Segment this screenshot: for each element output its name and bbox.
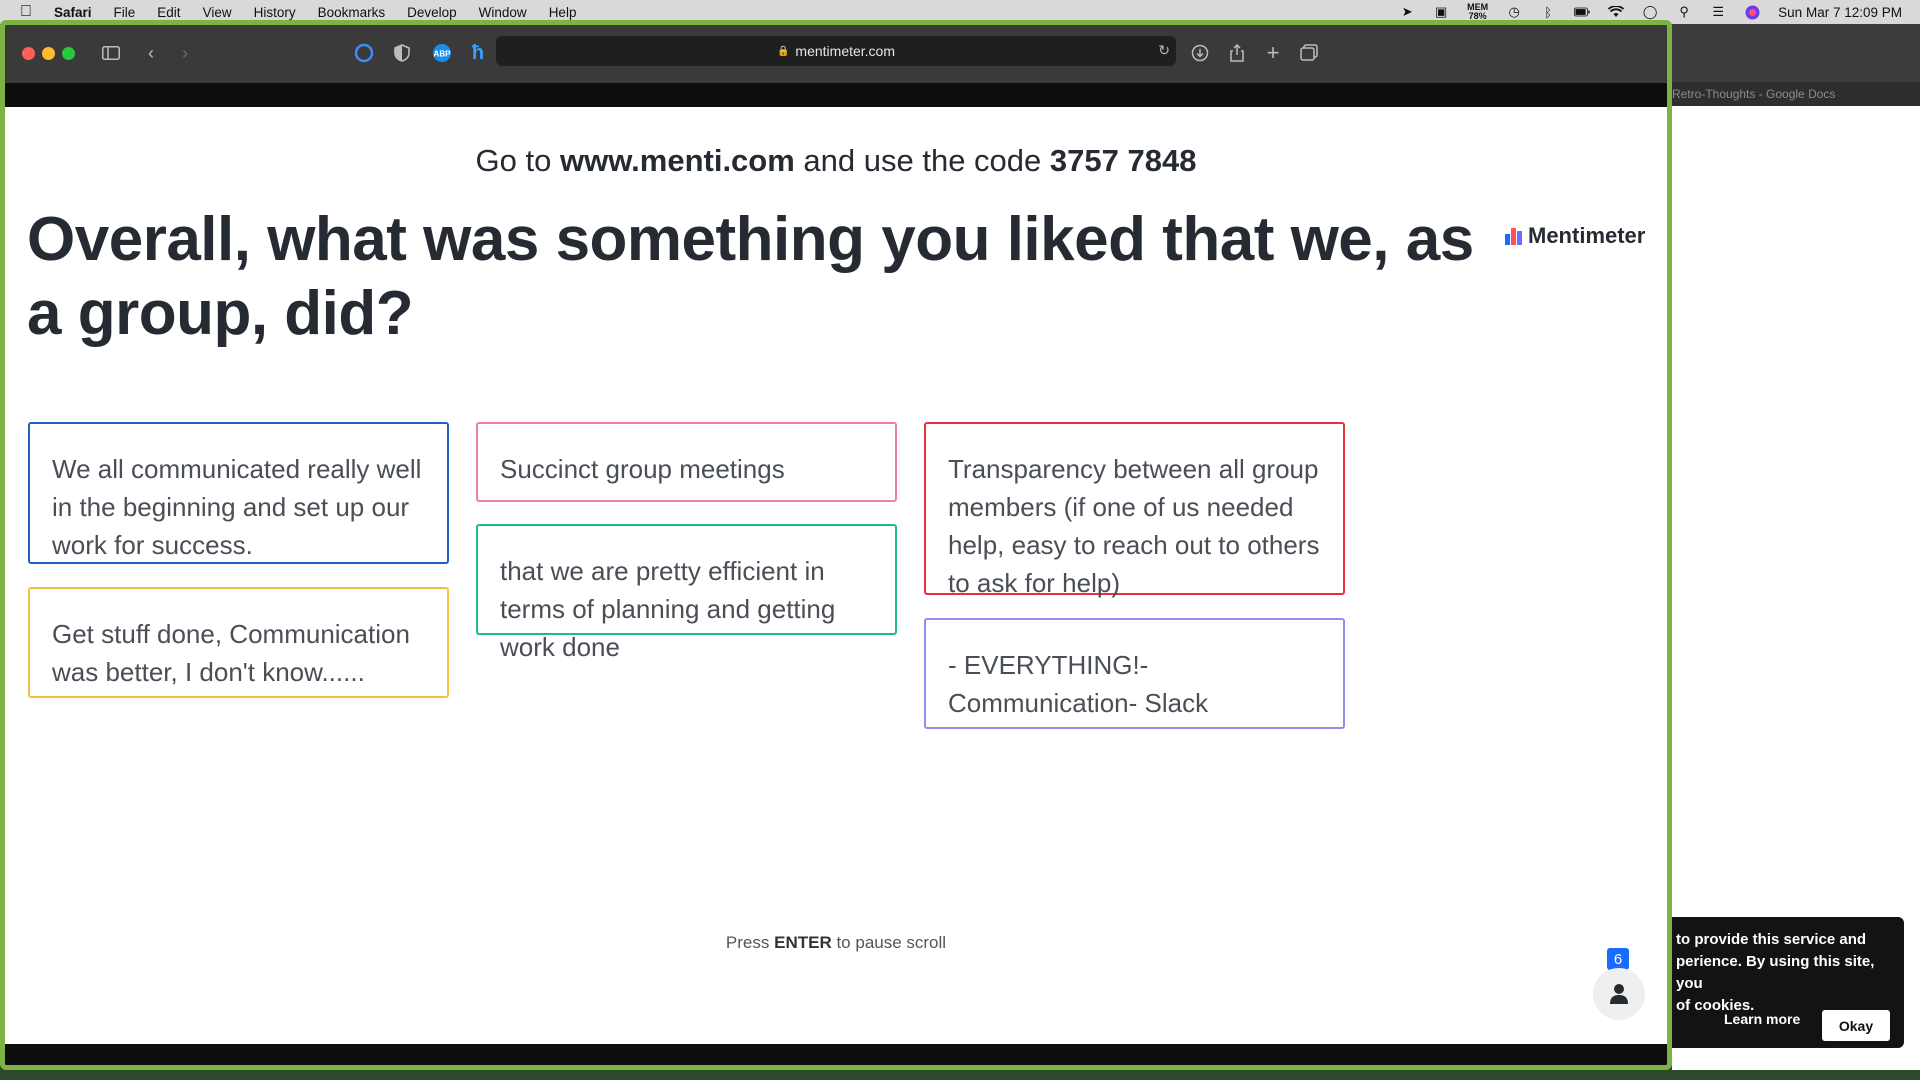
response-text: that we are pretty efficient in terms of… — [500, 556, 836, 662]
join-site-link[interactable]: www.menti.com — [560, 143, 795, 178]
menu-history[interactable]: History — [254, 5, 296, 20]
tab-overview-icon[interactable] — [1297, 41, 1321, 65]
battery-icon[interactable] — [1574, 4, 1590, 20]
control-center-icon[interactable]: ☰ — [1710, 4, 1726, 20]
response-text: We all communicated really well in the b… — [52, 454, 422, 560]
background-tab[interactable]: Retro-Thoughts - Google Docs — [1672, 82, 1920, 106]
lock-icon: 🔒 — [776, 45, 790, 57]
menu-file[interactable]: File — [114, 5, 136, 20]
menu-window[interactable]: Window — [479, 5, 527, 20]
memory-indicator[interactable]: MEM 78% — [1467, 3, 1488, 21]
browser-toolbar: ‹ › ABP ħ 🔒 mentimeter.com ↻ + — [5, 25, 1667, 83]
okay-button[interactable]: Okay — [1822, 1010, 1890, 1041]
bluetooth-icon[interactable]: ᛒ — [1540, 4, 1556, 20]
menu-develop[interactable]: Develop — [407, 5, 457, 20]
response-card: that we are pretty efficient in terms of… — [476, 524, 897, 662]
share-icon[interactable] — [1225, 41, 1249, 65]
zoom-window-button[interactable] — [62, 47, 75, 60]
participant-count-badge: 6 — [1607, 948, 1629, 970]
bottom-strip — [5, 1044, 1667, 1065]
join-instructions: Go to www.menti.com and use the code 375… — [5, 143, 1667, 179]
wifi-icon[interactable] — [1608, 4, 1625, 20]
learn-more-link[interactable]: Learn more — [1724, 1011, 1800, 1027]
menu-app-safari[interactable]: Safari — [54, 5, 92, 20]
response-text: Transparency between all group members (… — [948, 454, 1320, 598]
response-text: - EVERYTHING!- Communication- Slack — [948, 650, 1209, 718]
clock[interactable]: Sun Mar 7 12:09 PM — [1778, 5, 1902, 20]
response-text: Succinct group meetings — [500, 454, 785, 484]
forward-icon[interactable]: › — [173, 41, 197, 65]
response-card: Get stuff done, Communication was better… — [28, 587, 449, 698]
honey-extension-icon[interactable]: ħ — [466, 41, 490, 65]
background-window[interactable]: Retro-Thoughts - Google Docs — [1672, 24, 1920, 1070]
adblock-plus-icon[interactable]: ABP — [430, 41, 454, 65]
new-tab-icon[interactable]: + — [1261, 40, 1285, 65]
response-card: Succinct group meetings — [476, 422, 897, 502]
mentimeter-logo-icon — [1505, 227, 1522, 245]
extension-blue-circle-icon[interactable] — [352, 41, 376, 65]
svg-text:ABP: ABP — [434, 50, 452, 59]
person-icon — [1610, 984, 1628, 1004]
time-machine-icon[interactable]: ◷ — [1506, 4, 1522, 20]
user-account-icon[interactable]: ◯ — [1642, 4, 1658, 20]
spotlight-search-icon[interactable]: ⚲ — [1676, 4, 1692, 20]
presentation-page: Go to www.menti.com and use the code 375… — [5, 107, 1667, 1044]
participants-button[interactable] — [1593, 968, 1645, 1020]
location-arrow-icon[interactable]: ➤ — [1399, 4, 1415, 20]
press-suffix: to pause scroll — [831, 933, 947, 952]
response-card: - EVERYTHING!- Communication- Slack — [924, 618, 1345, 729]
menu-edit[interactable]: Edit — [157, 5, 180, 20]
address-bar[interactable]: 🔒 mentimeter.com ↻ — [496, 36, 1176, 66]
extension-shield-icon[interactable] — [390, 41, 414, 65]
instr-middle: and use the code — [794, 143, 1050, 178]
back-icon[interactable]: ‹ — [139, 41, 163, 65]
menu-help[interactable]: Help — [549, 5, 577, 20]
apple-icon[interactable]:  — [20, 3, 42, 21]
cookie-text: to provide this service and perience. By… — [1676, 931, 1875, 1014]
press-key: ENTER — [774, 933, 832, 952]
downloads-icon[interactable] — [1188, 41, 1212, 65]
tab-strip — [5, 83, 1667, 107]
mentimeter-logo: Mentimeter — [1505, 223, 1645, 249]
sidebar-toggle-icon[interactable] — [99, 41, 123, 65]
url-text: mentimeter.com — [795, 43, 896, 59]
question-title: Overall, what was something you liked th… — [27, 205, 1474, 348]
cookie-banner: to provide this service and perience. By… — [1672, 917, 1904, 1048]
menu-view[interactable]: View — [203, 5, 232, 20]
minimize-window-button[interactable] — [42, 47, 55, 60]
response-card: We all communicated really well in the b… — [28, 422, 449, 564]
instr-prefix: Go to — [475, 143, 560, 178]
safari-window: ‹ › ABP ħ 🔒 mentimeter.com ↻ + Go to www… — [0, 20, 1672, 1070]
siri-icon[interactable] — [1744, 4, 1760, 20]
brand-name: Mentimeter — [1528, 223, 1646, 248]
menu-bookmarks[interactable]: Bookmarks — [318, 5, 386, 20]
response-text: Get stuff done, Communication was better… — [52, 619, 410, 687]
voting-code: 3757 7848 — [1049, 143, 1197, 178]
scroll-hint: Press ENTER to pause scroll — [5, 933, 1667, 953]
press-prefix: Press — [725, 933, 775, 952]
response-card: Transparency between all group members (… — [924, 422, 1345, 598]
crop-tool-icon[interactable]: ▣ — [1433, 4, 1449, 20]
reload-icon[interactable]: ↻ — [1158, 42, 1170, 59]
close-window-button[interactable] — [22, 47, 35, 60]
